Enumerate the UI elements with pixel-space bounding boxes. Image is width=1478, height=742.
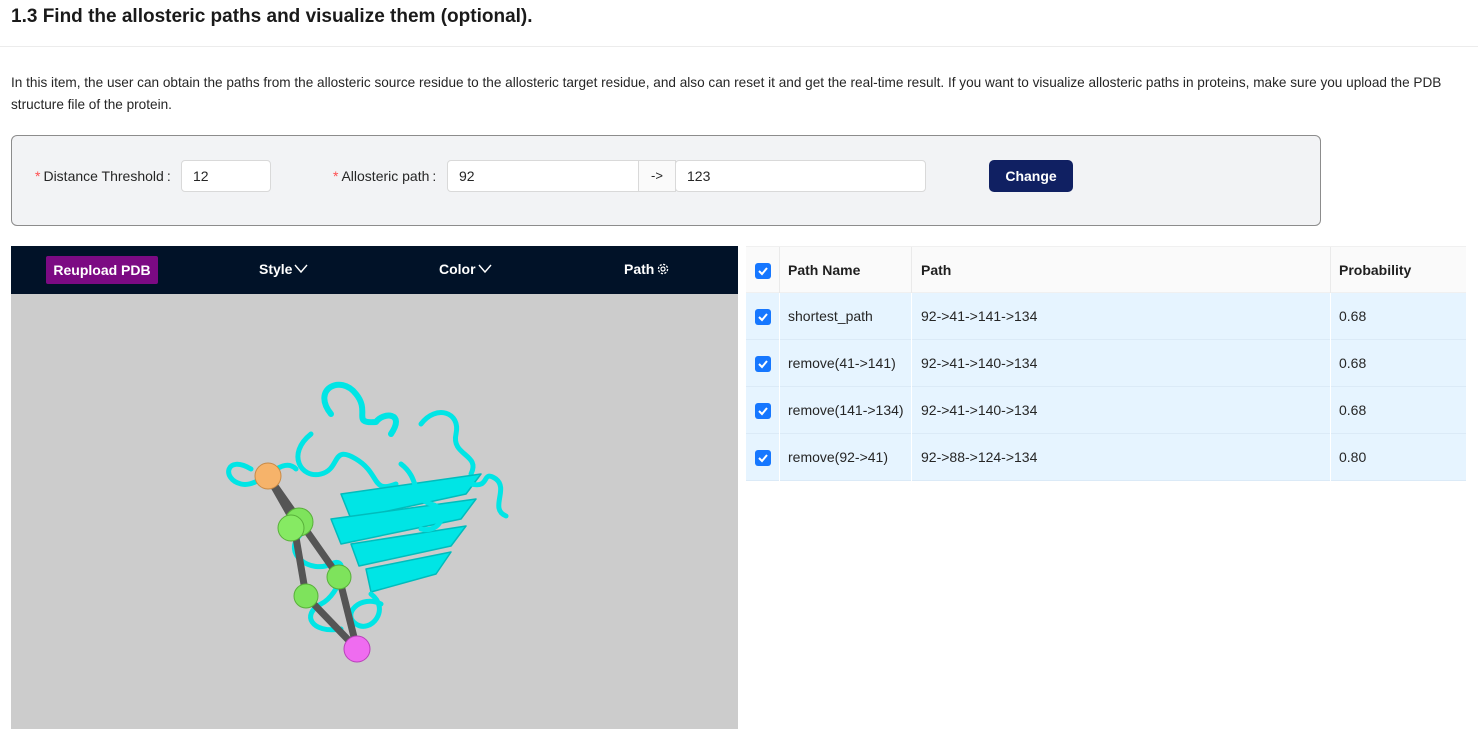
allosteric-path-label: * Allosteric path:: [333, 168, 437, 184]
source-residue-input[interactable]: 92: [447, 160, 639, 192]
probability-cell: 0.80: [1339, 449, 1367, 465]
style-menu-label: Style: [259, 261, 293, 277]
column-header-probability[interactable]: Probability: [1339, 247, 1411, 294]
checkmark-icon: [758, 267, 768, 276]
column-header-path[interactable]: Path: [921, 247, 951, 294]
chevron-down-icon: [478, 264, 492, 274]
chevron-down-icon: [294, 264, 309, 274]
path-cell: 92->41->141->134: [921, 308, 1038, 324]
table-header: Path Name Path Probability: [746, 246, 1466, 294]
reupload-pdb-button[interactable]: Reupload PDB: [46, 256, 158, 284]
path-cell: 92->41->140->134: [921, 355, 1038, 371]
table-row[interactable]: remove(92->41) 92->88->124->134 0.80: [746, 434, 1466, 481]
distance-threshold-input[interactable]: 12: [181, 160, 271, 192]
color-menu[interactable]: Color: [439, 261, 492, 277]
row-checkbox[interactable]: [755, 356, 771, 372]
protein-ribbon: [226, 381, 509, 633]
path-name-cell: remove(92->41): [788, 449, 888, 465]
probability-cell: 0.68: [1339, 308, 1367, 324]
color-menu-label: Color: [439, 261, 476, 277]
row-checkbox[interactable]: [755, 450, 771, 466]
path-cell: 92->41->140->134: [921, 402, 1038, 418]
checkmark-icon: [758, 360, 768, 369]
target-residue-input[interactable]: 123: [675, 160, 926, 192]
select-all-checkbox[interactable]: [755, 263, 771, 279]
table-row[interactable]: shortest_path 92->41->141->134 0.68: [746, 293, 1466, 340]
path-name-cell: shortest_path: [788, 308, 873, 324]
path-cell: 92->88->124->134: [921, 449, 1038, 465]
viewer-toolbar: Reupload PDB Style Color Path: [11, 246, 738, 294]
protein-render: [226, 381, 509, 663]
table-row[interactable]: remove(141->134) 92->41->140->134 0.68: [746, 387, 1466, 434]
path-arrow-addon: ->: [639, 160, 676, 192]
path-menu-label: Path: [624, 261, 655, 277]
style-menu[interactable]: Style: [259, 261, 309, 277]
path-menu[interactable]: Path: [624, 261, 670, 277]
checkmark-icon: [758, 313, 768, 322]
protein-structure-viewer[interactable]: [11, 294, 738, 729]
probability-cell: 0.68: [1339, 402, 1367, 418]
checkmark-icon: [758, 407, 768, 416]
gear-icon: [658, 263, 669, 275]
row-checkbox[interactable]: [755, 309, 771, 325]
row-checkbox[interactable]: [755, 403, 771, 419]
column-header-path-name[interactable]: Path Name: [788, 247, 860, 294]
paths-table: Path Name Path Probability shortest_path…: [746, 246, 1466, 481]
divider: [0, 46, 1478, 47]
probability-cell: 0.68: [1339, 355, 1367, 371]
path-name-cell: remove(41->141): [788, 355, 896, 371]
section-description: In this item, the user can obtain the pa…: [11, 75, 1442, 112]
distance-threshold-label: * Distance Threshold:: [35, 168, 171, 184]
table-row[interactable]: remove(41->141) 92->41->140->134 0.68: [746, 340, 1466, 387]
checkmark-icon: [758, 454, 768, 463]
path-settings-form: * Distance Threshold: 12 * Allosteric path…: [11, 135, 1321, 226]
change-button[interactable]: Change: [989, 160, 1073, 192]
section-title: 1.3 Find the allosteric paths and visual…: [11, 6, 533, 27]
path-name-cell: remove(141->134): [788, 402, 904, 418]
